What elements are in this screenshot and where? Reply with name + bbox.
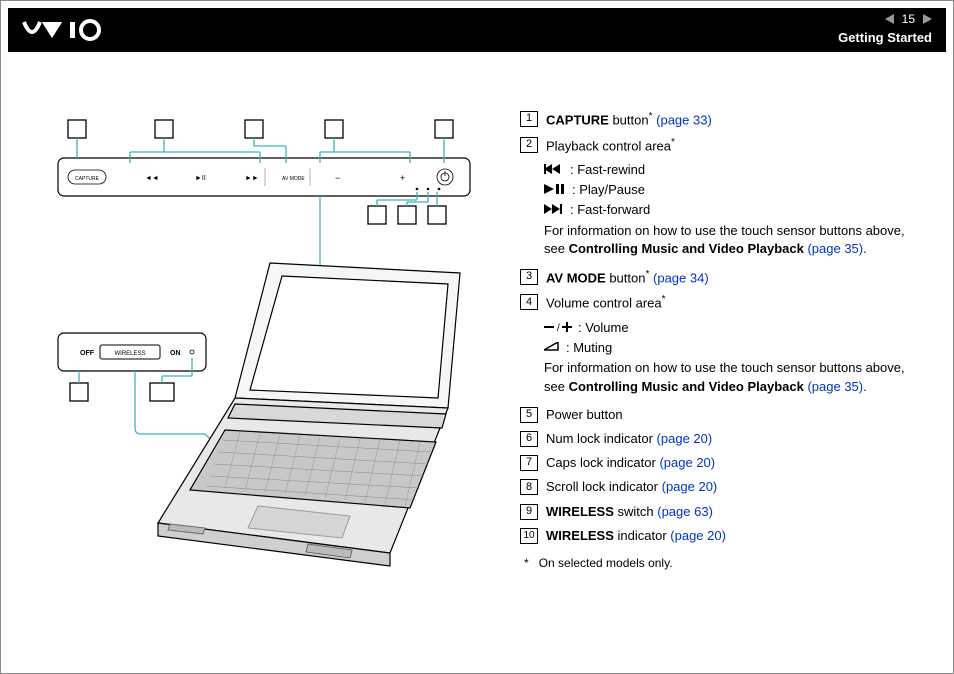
vaio-logo — [22, 16, 132, 44]
capture-label: CAPTURE — [75, 176, 100, 182]
legend-item-2: 2 Playback control area* — [520, 136, 920, 156]
mute-icon — [544, 339, 560, 357]
svg-text:6: 6 — [373, 208, 380, 223]
diagram-area: CAPTURE ◄◄ ►II ►► AV MODE − + 1 2 3 4 5 … — [50, 108, 500, 578]
fast-rewind-icon — [544, 161, 564, 179]
svg-text:►II: ►II — [195, 175, 206, 182]
svg-text:10: 10 — [155, 385, 169, 400]
page-link[interactable]: (page 20) — [670, 528, 726, 543]
legend: 1 CAPTURE button* (page 33) 2 Playback c… — [520, 110, 920, 572]
volume-icon: / — [544, 319, 572, 337]
svg-text:4: 4 — [330, 122, 337, 137]
legend-note: For information on how to use the touch … — [544, 359, 920, 395]
svg-text:3: 3 — [250, 122, 257, 137]
svg-text:1: 1 — [73, 122, 80, 137]
page-link[interactable]: (page 20) — [662, 479, 718, 494]
legend-item-7: 7 Caps lock indicator (page 20) — [520, 454, 920, 472]
svg-text:7: 7 — [403, 208, 410, 223]
svg-text:OFF: OFF — [80, 350, 95, 357]
legend-item-6: 6 Num lock indicator (page 20) — [520, 430, 920, 448]
fast-forward-icon — [544, 201, 564, 219]
legend-item-3: 3 AV MODE button* (page 34) — [520, 268, 920, 288]
page-link[interactable]: (page 20) — [659, 455, 715, 470]
pager: 15 — [885, 12, 932, 26]
svg-text:5: 5 — [440, 122, 447, 137]
page-link[interactable]: (page 63) — [657, 504, 713, 519]
page-link[interactable]: (page 20) — [657, 431, 713, 446]
svg-text:/: / — [557, 323, 560, 332]
svg-text:+: + — [400, 173, 405, 183]
legend-note: For information on how to use the touch … — [544, 222, 920, 258]
page-number: 15 — [902, 12, 915, 26]
svg-text:►►: ►► — [245, 175, 259, 182]
footnote: * On selected models only. — [524, 555, 920, 572]
svg-text:AV MODE: AV MODE — [282, 176, 305, 182]
svg-text:9: 9 — [75, 385, 82, 400]
page-link[interactable]: (page 35) — [807, 241, 863, 256]
header-bar: 15 Getting Started — [8, 8, 946, 52]
legend-item-4: 4 Volume control area* — [520, 293, 920, 313]
page-link[interactable]: (page 34) — [653, 270, 709, 285]
callout-box: 1 — [520, 111, 538, 127]
svg-text:WIRELESS: WIRELESS — [114, 351, 145, 357]
legend-item-9: 9 WIRELESS switch (page 63) — [520, 503, 920, 521]
page-link[interactable]: (page 33) — [656, 112, 712, 127]
legend-item-10: 10 WIRELESS indicator (page 20) — [520, 527, 920, 545]
svg-text:8: 8 — [433, 208, 440, 223]
page-link[interactable]: (page 35) — [807, 379, 863, 394]
svg-text:2: 2 — [160, 122, 167, 137]
svg-text:ON: ON — [170, 350, 181, 357]
svg-text:◄◄: ◄◄ — [145, 175, 159, 182]
play-pause-icon — [544, 181, 566, 199]
next-page-arrow[interactable] — [923, 14, 932, 24]
svg-text:−: − — [335, 173, 340, 183]
legend-item-5: 5 Power button — [520, 406, 920, 424]
prev-page-arrow[interactable] — [885, 14, 894, 24]
section-title: Getting Started — [838, 30, 932, 45]
legend-item-8: 8 Scroll lock indicator (page 20) — [520, 478, 920, 496]
legend-item-1: 1 CAPTURE button* (page 33) — [520, 110, 920, 130]
